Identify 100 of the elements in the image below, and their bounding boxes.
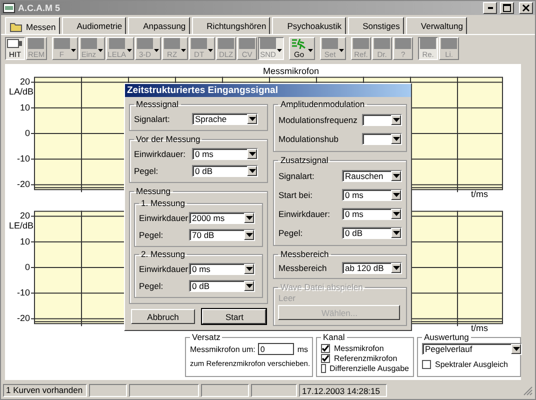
- minimize-button[interactable]: [483, 2, 497, 14]
- field-label: Signalart:: [134, 114, 171, 124]
- dialog-button[interactable]: Abbruch: [131, 309, 195, 324]
- field-label: Messmikrofon um:: [190, 344, 256, 354]
- unit-label: ms: [297, 344, 308, 354]
- dropdown-field[interactable]: 0 dB: [189, 280, 255, 292]
- field-label: Start bei:: [278, 190, 314, 200]
- minimize-icon: [488, 7, 492, 9]
- axis-tick-label: 0: [25, 128, 30, 138]
- field-label: Pegel:: [278, 228, 304, 238]
- chart-title: Messmikrofon: [263, 66, 319, 76]
- status-text: 1 Kurven vorhanden: [3, 384, 87, 397]
- field-label: Pegel:: [134, 166, 160, 176]
- field-label: Einwirkdauer:: [139, 212, 189, 222]
- checkbox-label: Messmikrofon: [334, 344, 384, 352]
- caret-icon: [391, 170, 401, 180]
- group-title: Auswertung: [423, 332, 470, 342]
- maximize-icon: [503, 4, 511, 12]
- axis-tick-label: 0: [25, 262, 30, 272]
- axis-tick-label: -10: [17, 288, 30, 298]
- axis-tick-label: 20: [20, 210, 30, 221]
- group-title: Amplitudenmodulation: [279, 99, 366, 109]
- checkbox[interactable]: [422, 360, 431, 368]
- group-title: Vor der Messung: [135, 134, 202, 144]
- group-title: Kanal: [322, 332, 346, 342]
- dropdown-field[interactable]: 2000 ms: [189, 212, 255, 224]
- tab[interactable]: Anpassung: [128, 17, 190, 34]
- dropdown-field[interactable]: [362, 132, 402, 144]
- caret-icon: [247, 114, 257, 124]
- tab[interactable]: Sonstiges: [348, 17, 404, 34]
- axis-label: LA/dB: [9, 86, 34, 97]
- dropdown-field[interactable]: 0 dB: [342, 226, 402, 238]
- tab[interactable]: Messen: [5, 17, 60, 35]
- checkbox[interactable]: [321, 344, 330, 352]
- caret-icon: [247, 148, 257, 158]
- input-field[interactable]: 0: [258, 343, 294, 355]
- tab[interactable]: Richtungshören: [192, 17, 270, 34]
- group-title: 2. Messung: [140, 249, 186, 259]
- caret-icon: [391, 134, 401, 144]
- caret-icon: [244, 212, 254, 222]
- dropdown-field[interactable]: Sprache: [192, 112, 258, 124]
- caret-icon: [391, 262, 401, 272]
- caret-icon: [391, 208, 401, 218]
- field-label: Modulationsfrequenz: [278, 114, 358, 124]
- axis-tick-label: 10: [20, 102, 30, 112]
- dropdown-field[interactable]: 0 ms: [342, 208, 402, 220]
- axis-label: LE/dB: [9, 220, 34, 231]
- caret-icon: [391, 114, 401, 124]
- field-label: Pegel:: [139, 230, 164, 240]
- status-pane: [89, 384, 127, 397]
- group-title: Messsignal: [135, 99, 180, 109]
- dropdown-field[interactable]: Pegelverlauf: [422, 343, 522, 355]
- dropdown-field[interactable]: ab 120 dB: [342, 262, 402, 274]
- field-label: Messbereich: [278, 262, 328, 272]
- dropdown-field[interactable]: [362, 114, 402, 126]
- status-pane: [201, 384, 249, 397]
- checkbox-label: Spektraler Ausgleich: [435, 360, 508, 368]
- dialog-button[interactable]: Start: [202, 309, 266, 324]
- group-title: Messbereich: [279, 249, 330, 259]
- group-title: Messung: [135, 186, 172, 196]
- group-title: Wave Datei abspielen: [279, 282, 364, 292]
- folder-icon: [10, 22, 22, 32]
- status-datetime: 17.12.2003 14:28:15: [299, 384, 387, 397]
- field-label: Einwirkdauer:: [278, 208, 331, 218]
- maximize-button[interactable]: [500, 2, 514, 14]
- caret-icon: [247, 166, 257, 176]
- axis-tick-label: 10: [20, 236, 30, 246]
- group-title: 1. Messung: [140, 198, 186, 208]
- dropdown-field[interactable]: Rauschen: [342, 170, 402, 182]
- field-label: Modulationshub: [278, 134, 340, 144]
- caret-icon: [391, 228, 401, 238]
- dropdown-field[interactable]: 70 dB: [189, 228, 255, 240]
- file-label: Leer: [278, 293, 296, 303]
- axis-tick-label: -20: [17, 179, 30, 190]
- axis-tick-label: -10: [17, 154, 30, 164]
- dropdown-field[interactable]: 0 ms: [189, 262, 255, 274]
- checkbox[interactable]: [321, 354, 330, 362]
- caret-icon: [244, 230, 254, 240]
- caret-icon: [244, 264, 254, 274]
- group-title: Versatz: [191, 332, 222, 342]
- tab[interactable]: Audiometrie: [62, 17, 126, 34]
- axis-tick-label: -20: [17, 313, 30, 324]
- field-label: Pegel:: [139, 280, 164, 290]
- checkbox[interactable]: [321, 364, 326, 372]
- axis-label: t/ms: [471, 189, 488, 198]
- close-button[interactable]: [519, 2, 533, 14]
- status-pane: [251, 384, 297, 397]
- tab[interactable]: Verwaltung: [406, 17, 467, 34]
- window-icon: [3, 3, 15, 13]
- status-pane: [129, 384, 199, 397]
- dropdown-field[interactable]: 0 dB: [192, 164, 258, 176]
- resize-grip-icon: [523, 386, 533, 396]
- dropdown-field[interactable]: 0 ms: [192, 148, 258, 160]
- dialog-title: Zeitstrukturiertes Eingangssignal: [125, 84, 411, 97]
- window-title: A.C.A.M 5: [18, 3, 60, 13]
- dropdown-field[interactable]: 0 ms: [342, 188, 402, 200]
- group-title: Zusatzsignal: [279, 155, 330, 165]
- axis-tick-label: 20: [20, 76, 30, 87]
- checkbox-label: Differenzielle Ausgabe: [330, 364, 409, 372]
- tab[interactable]: Psychoakustik: [272, 17, 346, 34]
